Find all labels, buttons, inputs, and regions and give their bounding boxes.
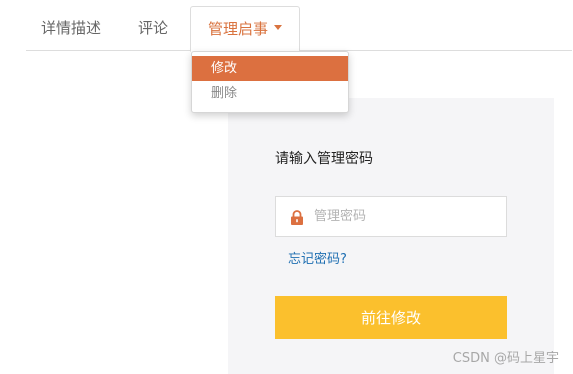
watermark: CSDN @码上星宇 (452, 351, 559, 366)
tab-manage-label: 管理启事 (207, 20, 268, 38)
forgot-password-link[interactable]: 忘记密码? (288, 248, 347, 267)
tab-manage[interactable]: 管理启事 (190, 6, 300, 52)
tab-detail[interactable]: 详情描述 (36, 6, 106, 51)
tab-comment[interactable]: 评论 (130, 6, 176, 51)
menu-item-delete[interactable]: 删除 (192, 81, 348, 106)
go-edit-button[interactable]: 前往修改 (275, 296, 507, 339)
menu-item-edit[interactable]: 修改 (192, 56, 348, 81)
tab-bar: 详情描述 评论 管理启事 (26, 6, 572, 52)
password-field[interactable] (275, 196, 507, 237)
manage-dropdown-menu: 修改 删除 (191, 51, 349, 113)
page: 详情描述 评论 管理启事 修改 删除 请输入管理密码 忘记密码? 前往修改 CS… (0, 0, 573, 374)
lock-icon (291, 210, 303, 225)
panel-title: 请输入管理密码 (275, 151, 373, 167)
password-panel: 请输入管理密码 忘记密码? 前往修改 (228, 98, 554, 374)
password-input[interactable] (314, 197, 504, 236)
caret-down-icon (274, 25, 282, 30)
